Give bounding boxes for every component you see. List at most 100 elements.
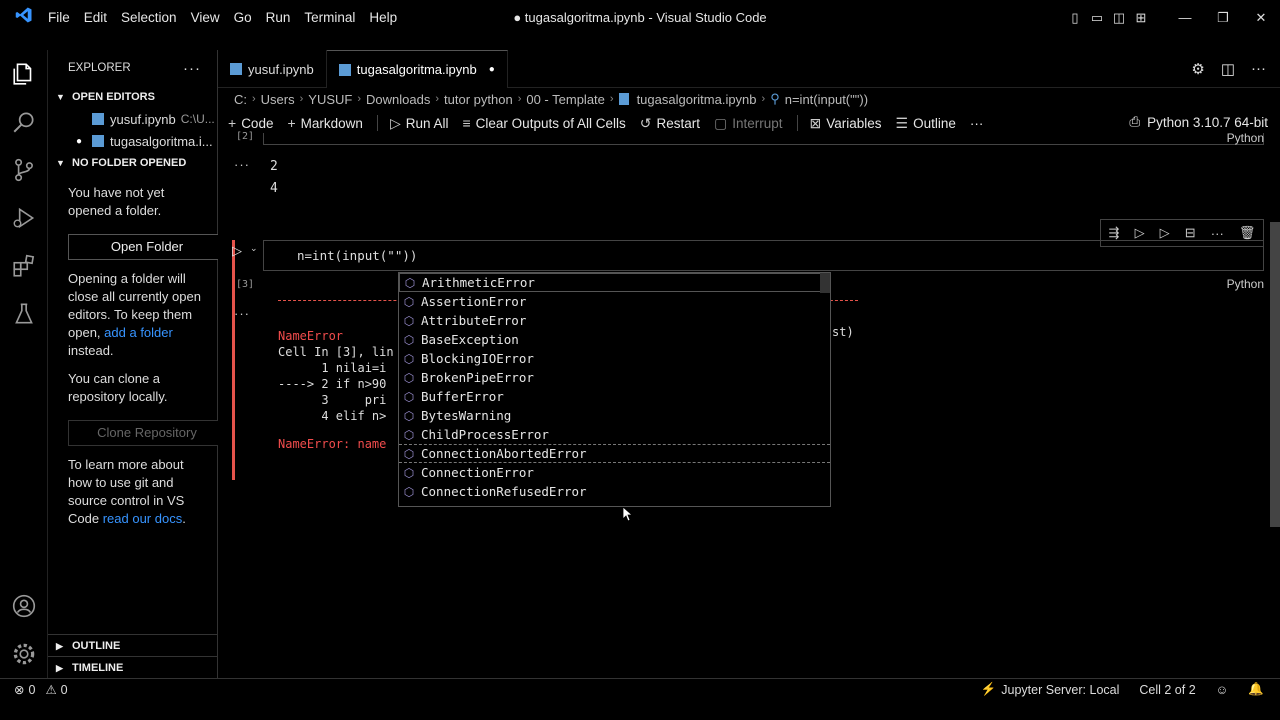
customize-layout-icon[interactable]: ⊞ (1130, 10, 1152, 26)
output-more-icon[interactable]: ··· (234, 306, 250, 321)
minimize-button[interactable]: — (1166, 10, 1204, 25)
suggest-item[interactable]: ⬡ ArithmeticError (399, 273, 830, 292)
unsaved-dot-icon[interactable]: ● (489, 64, 495, 75)
testing-icon[interactable] (0, 290, 48, 338)
editor-more-icon[interactable]: ··· (1251, 60, 1266, 77)
run-debug-icon[interactable] (0, 194, 48, 242)
timeline-section-header[interactable]: ▶ TIMELINE (48, 657, 218, 679)
run-options-chevron-icon[interactable]: ⌄ (250, 243, 258, 254)
toolbar-more-button[interactable]: ··· (970, 116, 984, 131)
suggest-item[interactable]: ⬡ AssertionError (399, 292, 830, 311)
split-editor-icon[interactable]: ◫ (1221, 60, 1235, 78)
add-folder-link[interactable]: add a folder (104, 325, 173, 340)
toggle-panel-icon[interactable]: ▭ (1086, 10, 1108, 26)
outline-section-header[interactable]: ▶ OUTLINE (48, 635, 218, 657)
menu-selection[interactable]: Selection (121, 10, 186, 25)
accounts-icon[interactable] (0, 582, 48, 630)
notebook-file-icon (92, 113, 104, 125)
split-cell-icon[interactable]: ⊟ (1185, 225, 1196, 241)
code-cell-editor[interactable]: n=int(input("")) (263, 240, 1264, 271)
open-folder-button[interactable]: Open Folder (68, 234, 226, 260)
run-all-button[interactable]: ▷ Run All (390, 115, 449, 132)
clear-outputs-button[interactable]: ≡ Clear Outputs of All Cells (463, 115, 626, 131)
problems-indicator[interactable]: ⊗ 0 ⚠ 0 (0, 682, 68, 698)
add-code-cell-button[interactable]: + Code (228, 115, 273, 131)
kernel-picker[interactable]: ⎙ Python 3.10.7 64-bit (1129, 114, 1268, 130)
read-docs-link[interactable]: read our docs (103, 511, 183, 526)
close-window-button[interactable]: ✕ (1242, 10, 1280, 26)
suggest-item[interactable]: ⬡ BufferError (399, 387, 830, 406)
tab-tugasalgoritma[interactable]: tugasalgoritma.ipynb ● (326, 50, 508, 88)
open-editor-item[interactable]: ● tugasalgoritma.i... (48, 130, 217, 152)
run-by-line-icon[interactable]: ⇶ (1109, 225, 1120, 241)
explorer-more-icon[interactable]: ··· (183, 60, 201, 77)
menu-terminal[interactable]: Terminal (304, 10, 364, 25)
suggest-item[interactable]: ⬡ ConnectionRefusedError (399, 482, 830, 501)
breadcrumb-item[interactable]: tugasalgoritma.ipynb (637, 92, 757, 107)
breadcrumb-item[interactable]: tutor python (444, 92, 513, 107)
menu-help[interactable]: Help (369, 10, 406, 25)
plus-icon: + (287, 115, 296, 131)
suggest-item[interactable]: ⬡ ConnectionError (399, 463, 830, 482)
notebook-file-icon (230, 63, 242, 75)
source-control-icon[interactable] (0, 146, 48, 194)
open-editor-item[interactable]: yusuf.ipynb C:\U... (48, 108, 217, 130)
feedback-icon[interactable]: ☺ (1216, 683, 1229, 697)
breadcrumb-item[interactable]: Users (261, 92, 295, 107)
jupyter-server-status[interactable]: ⚡ Jupyter Server: Local (981, 682, 1120, 697)
suggest-item[interactable]: ⬡ BlockingIOError (399, 349, 830, 368)
cell-code[interactable]: n=int(input("")) (297, 248, 417, 263)
no-folder-header[interactable]: ▼ NO FOLDER OPENED (48, 152, 217, 174)
breadcrumb-item[interactable]: C: (234, 92, 247, 107)
hint-text: instead. (68, 343, 114, 358)
output-more-icon[interactable]: ··· (234, 157, 250, 172)
run-cell-button[interactable]: ▷ (232, 243, 242, 259)
suggest-scrollbar[interactable] (820, 273, 830, 293)
editor-scrollbar[interactable] (1270, 222, 1280, 527)
variables-button[interactable]: ⊠ Variables (810, 115, 882, 132)
suggest-item[interactable]: ⬡ BrokenPipeError (399, 368, 830, 387)
breadcrumb-item[interactable]: YUSUF (308, 92, 352, 107)
open-editor-path: C:\U... (180, 112, 215, 126)
menu-file[interactable]: File (48, 10, 79, 25)
suggest-item[interactable]: ⬡ BaseException (399, 330, 830, 349)
cell-more-icon[interactable]: ··· (1211, 226, 1224, 241)
error-count: 0 (28, 682, 36, 697)
breadcrumb-item[interactable]: 00 - Template (526, 92, 605, 107)
search-icon[interactable] (0, 98, 48, 146)
manage-gear-icon[interactable] (0, 630, 48, 678)
prev-cell-language[interactable]: Python (1227, 131, 1264, 145)
tab-label: yusuf.ipynb (248, 61, 314, 77)
outline-button[interactable]: ☰ Outline (896, 115, 956, 132)
extensions-icon[interactable] (0, 242, 48, 290)
gear-icon[interactable]: ⚙ (1191, 60, 1204, 78)
toggle-sidebar-icon[interactable]: ▯ (1064, 10, 1086, 26)
suggest-item[interactable]: ⬡ AttributeError (399, 311, 830, 330)
add-markdown-cell-button[interactable]: + Markdown (287, 115, 362, 131)
suggest-item[interactable]: ⬡ BytesWarning (399, 406, 830, 425)
suggest-item[interactable]: ⬡ ChildProcessError (399, 425, 830, 444)
breadcrumb-item[interactable]: Downloads (366, 92, 430, 107)
cell-language[interactable]: Python (1227, 277, 1264, 291)
tab-yusuf[interactable]: yusuf.ipynb (218, 50, 327, 88)
suggest-item[interactable]: ⬡ ConnectionAbortedError (399, 444, 830, 463)
menu-view[interactable]: View (191, 10, 229, 25)
open-editors-header[interactable]: ▼ OPEN EDITORS (48, 86, 217, 108)
restore-button[interactable]: ❐ (1204, 10, 1242, 26)
execute-above-icon[interactable]: ▷ (1135, 225, 1145, 241)
notifications-bell-icon[interactable]: 🔔 (1248, 682, 1264, 697)
menu-run[interactable]: Run (266, 10, 300, 25)
menu-go[interactable]: Go (234, 10, 261, 25)
clone-repository-button[interactable]: Clone Repository (68, 420, 226, 446)
output-line: 4 (270, 181, 278, 196)
restart-button[interactable]: ↺ Restart (640, 115, 700, 132)
breadcrumb-item[interactable]: n=int(input("")) (785, 92, 868, 107)
menu-edit[interactable]: Edit (84, 10, 116, 25)
interrupt-button[interactable]: ▢ Interrupt (714, 115, 783, 132)
execute-below-icon[interactable]: ▷ (1160, 225, 1170, 241)
delete-cell-icon[interactable]: 🗑 (1239, 225, 1256, 241)
unsaved-dot-icon[interactable]: ● (76, 136, 92, 147)
toggle-secondary-sidebar-icon[interactable]: ◫ (1108, 10, 1130, 26)
cell-position[interactable]: Cell 2 of 2 (1139, 683, 1195, 697)
explorer-icon[interactable] (0, 50, 48, 98)
